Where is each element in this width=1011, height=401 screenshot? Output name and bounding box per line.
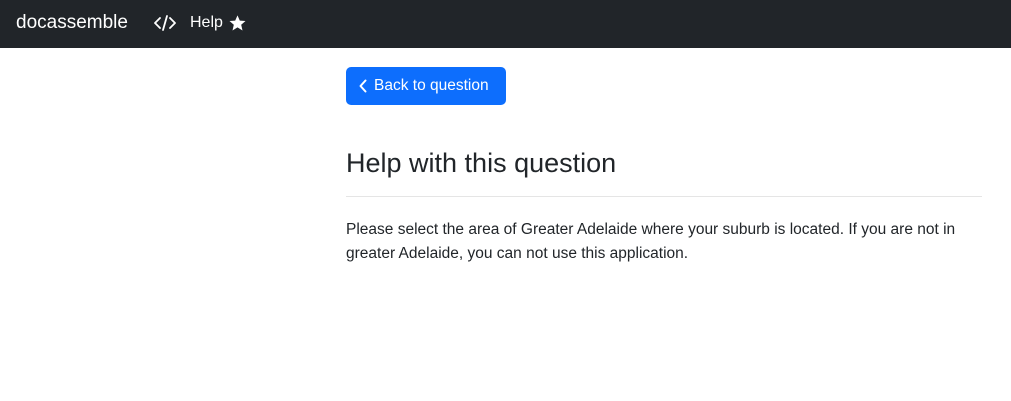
- help-label: Help: [190, 14, 223, 31]
- title-divider: [346, 196, 982, 197]
- chevron-left-icon: [358, 79, 368, 93]
- help-text: Please select the area of Greater Adelai…: [346, 221, 956, 262]
- page-title: Help with this question: [346, 148, 617, 178]
- code-icon[interactable]: [154, 13, 176, 33]
- top-navbar: docassemble Help: [0, 0, 1011, 48]
- back-to-question-button[interactable]: Back to question: [346, 67, 506, 105]
- help-link[interactable]: Help: [190, 13, 246, 33]
- brand-title[interactable]: docassemble: [16, 11, 128, 35]
- back-button-label: Back to question: [374, 77, 489, 94]
- star-icon: [229, 15, 246, 31]
